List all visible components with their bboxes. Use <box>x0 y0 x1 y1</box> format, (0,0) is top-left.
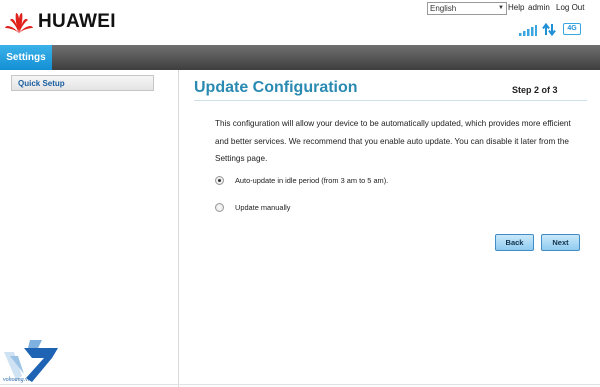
help-link[interactable]: Help <box>508 3 524 12</box>
language-select[interactable]: English ▼ <box>427 2 507 15</box>
network-type: 4G <box>567 25 577 32</box>
huawei-flower-icon <box>5 13 33 34</box>
status-icons: 4G <box>515 23 585 37</box>
logout-link[interactable]: Log Out <box>556 3 584 12</box>
update-manually-radio[interactable] <box>215 203 224 212</box>
step-indicator: Step 2 of 3 <box>512 85 558 95</box>
description-text: This configuration will allow your devic… <box>215 119 571 163</box>
option-auto-update[interactable]: Auto-update in idle period (from 3 am to… <box>215 176 388 185</box>
page-title: Update Configuration <box>194 79 358 96</box>
update-manually-label: Update manually <box>235 203 291 212</box>
title-divider <box>194 100 587 101</box>
data-transfer-icon <box>542 23 556 36</box>
option-update-manually[interactable]: Update manually <box>215 203 290 212</box>
user-name: admin <box>528 3 550 12</box>
back-button[interactable]: Back <box>495 234 534 251</box>
signal-strength-icon <box>519 25 537 36</box>
brand-name: HUAWEI <box>38 11 116 32</box>
top-header: HUAWEI English ▼ Help admin Log Out 4G <box>0 0 600 44</box>
watermark-text: vohoang.vn <box>3 377 31 383</box>
nav-bar <box>0 45 600 70</box>
footer-divider <box>0 384 600 385</box>
network-4g-icon: 4G <box>563 23 581 35</box>
huawei-logo: HUAWEI <box>4 9 116 35</box>
auto-update-radio[interactable] <box>215 176 224 185</box>
sidebar-item-quick-setup[interactable]: Quick Setup <box>11 75 154 91</box>
language-selected: English <box>430 4 457 13</box>
dropdown-arrow-icon: ▼ <box>498 5 504 11</box>
auto-update-label: Auto-update in idle period (from 3 am to… <box>235 176 389 185</box>
next-button[interactable]: Next <box>541 234 580 251</box>
tab-settings[interactable]: Settings <box>0 45 52 70</box>
